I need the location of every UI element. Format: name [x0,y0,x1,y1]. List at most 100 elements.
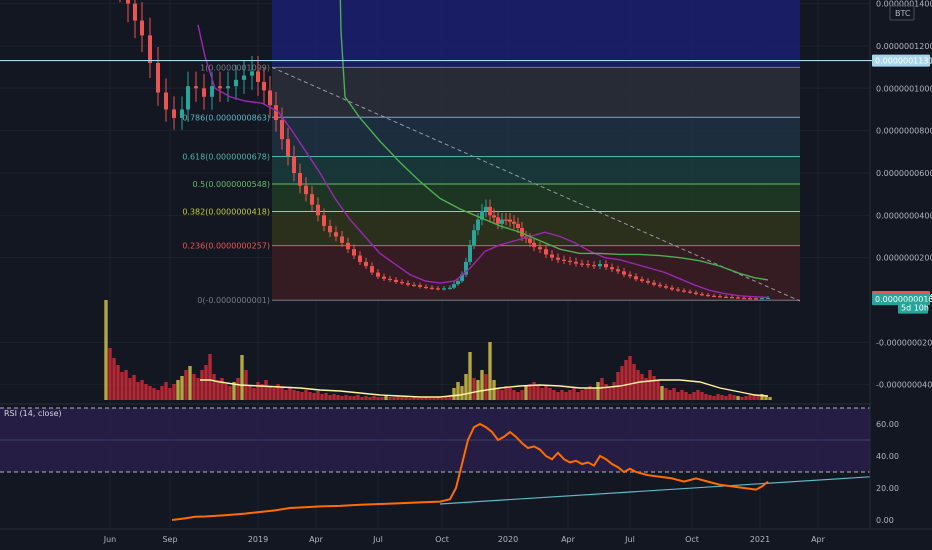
candle-body [580,263,584,265]
rsi-trendline [439,476,871,505]
volume-bar [600,378,604,400]
fib-level-label: 0.236(0.0000000257) [182,242,270,251]
volume-bar [688,394,692,400]
volume-bar [240,355,244,400]
volume-bar [216,380,220,400]
time-tick-label: 2021 [750,535,770,544]
candle-body [382,276,386,279]
fib-zone [272,117,800,157]
price-tick-label: 0.0000001400 [876,0,932,9]
candle-body [516,223,520,229]
volume-bar [628,356,632,400]
candle-body [210,86,214,97]
volume-bar [132,375,136,400]
volume-bar [356,395,360,400]
candle-body [496,217,500,224]
candle-body [574,261,578,264]
volume-bar [296,391,300,400]
candle-body [550,254,554,258]
candle-body [592,265,596,267]
candle-body [322,215,326,226]
volume-bar [724,396,728,400]
candle-body [334,232,338,237]
volume-bar [620,366,624,400]
volume-bar [700,392,704,400]
candle-body [754,298,758,300]
volume-bar [320,394,324,400]
candle-body [718,296,722,298]
volume-bar [220,378,224,400]
volume-bar [540,388,544,400]
candle-body [202,88,206,97]
price-tick-label: 0.0000000200 [876,254,932,263]
candle-body [488,206,492,216]
time-tick-label: Apr [561,535,576,544]
volume-bar [732,395,736,400]
candle-body [412,284,416,286]
volume-bar [348,396,352,400]
time-axis[interactable]: Jun Sep 2019 Apr Jul Oct 2020 Apr Jul Oct 2021 Apr [0,528,932,544]
candle-body [133,3,137,21]
candle-body [532,242,536,248]
volume-bar [408,398,412,400]
fib-zone [272,67,800,118]
candle-body [730,297,734,299]
volume-bar [568,390,572,400]
price-tick-label: -0.0000000400 [876,381,932,390]
candle-body [194,86,198,89]
candle-body [436,288,440,290]
volume-bar [508,388,512,400]
volume-bar [460,386,464,400]
candle-body [688,291,692,293]
trading-chart[interactable]: 1(0.0000001099) 0.786(0.0000000863) 0.618(… [0,0,932,550]
volume-bar [168,388,172,400]
volume-bar [636,370,640,400]
candle-body [616,269,620,272]
rsi-pane[interactable] [0,407,871,521]
volume-bar [304,390,308,400]
volume-bar [268,386,272,400]
candle-body [268,90,272,106]
candle-body [262,81,266,91]
fib-level-label: 0.382(0.0000000418) [182,208,270,217]
candle-body [538,247,542,250]
candle-body [508,219,512,222]
time-tick-label: Oct [435,535,449,544]
volume-bar [224,384,228,400]
volume-bar [228,386,232,400]
volume-bar [708,395,712,400]
volume-bar [676,392,680,400]
candle-body [706,294,710,297]
volume-bar [312,393,316,400]
volume-bar [204,365,208,400]
volume-bar [108,348,112,400]
candle-body [622,271,626,275]
volume-bar [736,396,740,400]
volume-bar [584,388,588,400]
volume-bar [104,300,108,400]
volume-bar [308,392,312,400]
volume-bar [144,384,148,400]
fib-retracement[interactable]: 1(0.0000001099) 0.786(0.0000000863) 0.618(… [182,0,801,305]
volume-bar [572,388,576,400]
volume-bar [324,393,328,400]
fib-level-label: 0.786(0.0000000863) [182,113,270,122]
candle-body [148,35,152,63]
volume-bar [592,388,596,400]
volume-bar [200,370,204,400]
volume-bar [472,378,476,400]
time-tick-label: Jul [372,535,383,544]
candle-body [218,86,222,89]
volume-bar [136,382,140,400]
candle-body [340,236,344,243]
candle-body [724,296,728,299]
candle-body [610,267,614,270]
candle-body [670,287,674,290]
volume-bar [352,396,356,400]
volume-bar [488,342,492,400]
volume-bar [660,386,664,400]
volume-bar [332,394,336,400]
currency-label: BTC [895,9,911,18]
rsi-tick-label: 0.00 [876,516,894,525]
rsi-indicator-label[interactable]: RSI (14, close) [4,409,62,418]
